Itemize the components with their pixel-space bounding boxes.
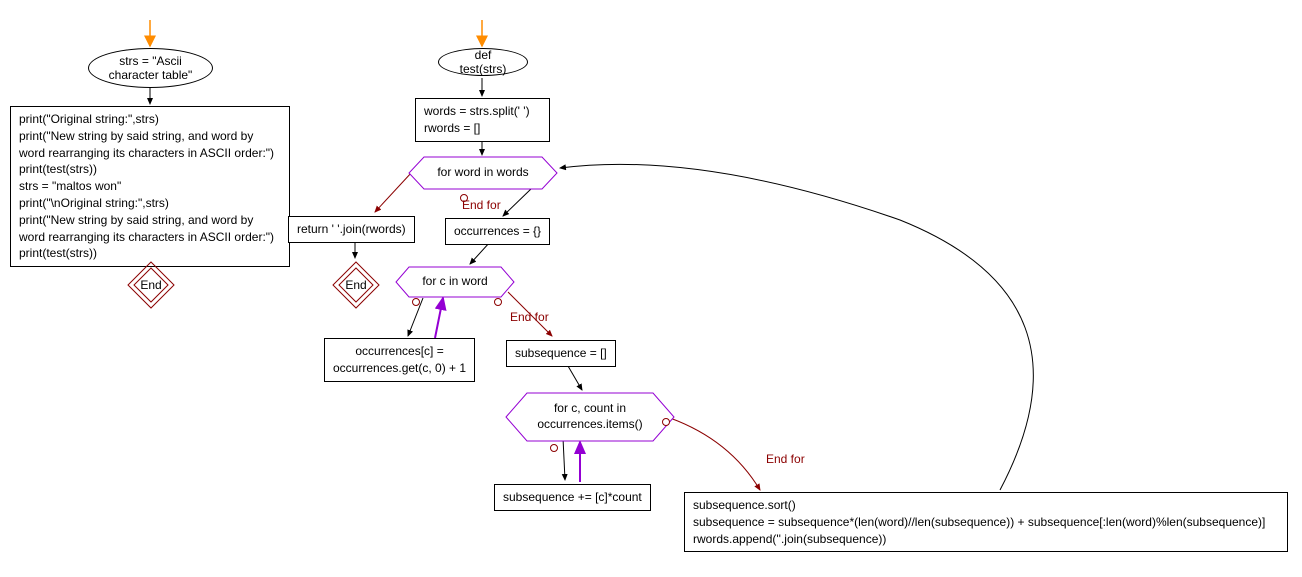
- for-items-label: for c, count in occurrences.items(): [517, 401, 662, 432]
- node-occ-update: occurrences[c] = occurrences.get(c, 0) +…: [324, 338, 475, 382]
- for-c-label: for c in word: [402, 274, 507, 290]
- node-left-print-block: print("Original string:",strs) print("Ne…: [10, 106, 290, 267]
- loop-dot-items-left: [550, 444, 558, 452]
- node-end-right: End: [331, 260, 381, 310]
- node-split: words = strs.split(' ') rwords = []: [415, 98, 550, 142]
- end-label-right: End: [345, 278, 366, 292]
- arrow-layer: [0, 0, 1302, 577]
- node-final-block: subsequence.sort() subsequence = subsequ…: [684, 492, 1288, 552]
- loop-dot-c-left: [412, 298, 420, 306]
- label-endfor-3: End for: [766, 452, 805, 466]
- node-subseq-init: subsequence = []: [506, 340, 616, 367]
- node-for-c: for c in word: [395, 266, 515, 298]
- node-return-join: return ' '.join(rwords): [288, 216, 415, 243]
- loop-dot-items-right: [662, 418, 670, 426]
- node-subseq-append: subsequence += [c]*count: [494, 484, 651, 511]
- for-words-label: for word in words: [417, 165, 548, 181]
- loop-dot-c-right: [494, 298, 502, 306]
- node-strs-init: strs = "Ascii character table": [88, 48, 213, 88]
- node-for-items: for c, count in occurrences.items(): [505, 392, 675, 442]
- end-label-left: End: [140, 278, 161, 292]
- node-for-words: for word in words: [408, 156, 558, 190]
- node-def-test: def test(strs): [438, 48, 528, 76]
- label-endfor-2: End for: [510, 310, 549, 324]
- node-end-left: End: [126, 260, 176, 310]
- node-occurrences-init: occurrences = {}: [445, 218, 550, 245]
- label-endfor-1: End for: [462, 198, 501, 212]
